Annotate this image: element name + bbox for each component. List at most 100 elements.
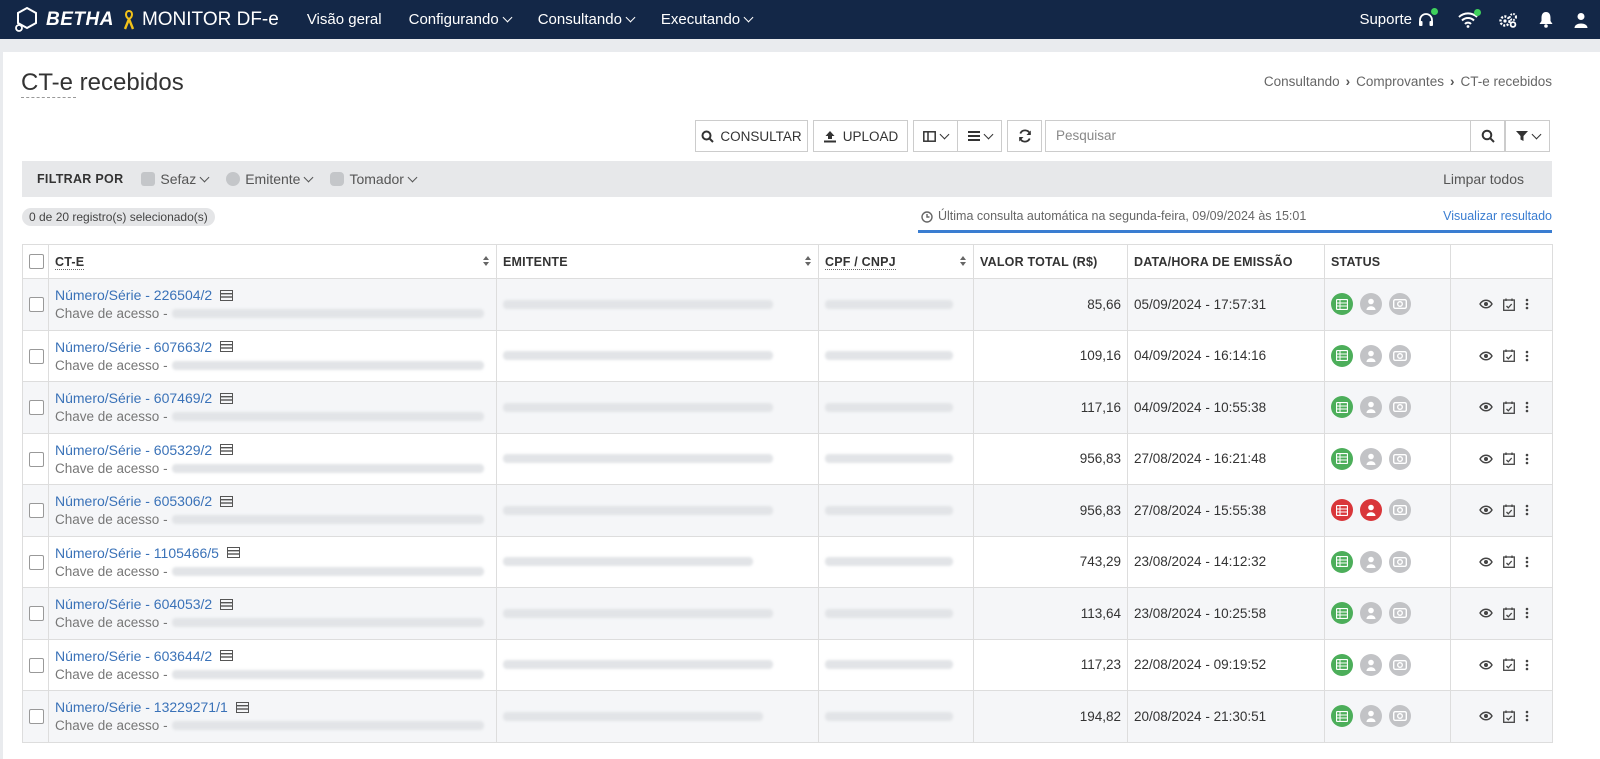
nav-consultando[interactable]: Consultando xyxy=(538,11,636,28)
breadcrumb-item-comprovantes[interactable]: Comprovantes xyxy=(1356,74,1444,89)
tomador-status-icon[interactable] xyxy=(1389,344,1411,367)
view-eye-icon[interactable] xyxy=(1479,299,1493,309)
row-checkbox[interactable] xyxy=(29,297,44,313)
calendar-check-icon[interactable] xyxy=(1503,452,1515,466)
select-all-checkbox[interactable] xyxy=(29,254,44,270)
tomador-status-icon[interactable] xyxy=(1389,602,1411,625)
wifi-icon[interactable] xyxy=(1458,8,1481,28)
sefaz-status-icon[interactable] xyxy=(1331,447,1353,470)
brand[interactable]: BETHA MONITOR DF-e xyxy=(14,6,279,34)
list-options-button[interactable] xyxy=(957,120,1002,152)
filter-sefaz[interactable]: Sefaz xyxy=(141,171,210,187)
numero-serie-link[interactable]: Número/Série - 607469/2 xyxy=(55,390,496,406)
row-checkbox[interactable] xyxy=(29,554,44,570)
tomador-status-icon[interactable] xyxy=(1389,550,1411,573)
view-eye-icon[interactable] xyxy=(1479,402,1493,412)
clear-filters-button[interactable]: Limpar todos xyxy=(1443,171,1524,187)
emitente-status-icon[interactable] xyxy=(1360,447,1382,470)
refresh-button[interactable] xyxy=(1007,120,1042,152)
emitente-status-icon[interactable] xyxy=(1360,499,1382,522)
nav-configurando[interactable]: Configurando xyxy=(409,11,513,28)
breadcrumb-item-consultando[interactable]: Consultando xyxy=(1264,74,1340,89)
numero-serie-link[interactable]: Número/Série - 605306/2 xyxy=(55,493,496,509)
columns-toggle-button[interactable] xyxy=(913,120,958,152)
row-checkbox[interactable] xyxy=(29,657,44,673)
emitente-status-icon[interactable] xyxy=(1360,396,1382,419)
calendar-check-icon[interactable] xyxy=(1503,710,1515,723)
emitente-status-icon[interactable] xyxy=(1360,602,1382,625)
col-header-cte[interactable]: CT-E xyxy=(48,244,497,279)
calendar-check-icon[interactable] xyxy=(1503,504,1515,517)
row-checkbox[interactable] xyxy=(29,503,44,519)
more-vertical-icon[interactable] xyxy=(1525,453,1529,465)
more-vertical-icon[interactable] xyxy=(1525,298,1529,310)
tomador-status-icon[interactable] xyxy=(1389,396,1411,419)
row-checkbox[interactable] xyxy=(29,709,44,725)
more-vertical-icon[interactable] xyxy=(1525,710,1529,722)
view-eye-icon[interactable] xyxy=(1479,660,1493,670)
calendar-check-icon[interactable] xyxy=(1503,607,1515,620)
more-vertical-icon[interactable] xyxy=(1525,350,1529,362)
emitente-status-icon[interactable] xyxy=(1360,653,1382,676)
support-button[interactable]: Suporte xyxy=(1359,7,1438,28)
emitente-status-icon[interactable] xyxy=(1360,344,1382,367)
sefaz-status-icon[interactable] xyxy=(1331,499,1353,522)
more-vertical-icon[interactable] xyxy=(1525,401,1529,413)
tomador-status-icon[interactable] xyxy=(1389,293,1411,316)
sefaz-status-icon[interactable] xyxy=(1331,602,1353,625)
numero-serie-link[interactable]: Número/Série - 13229271/1 xyxy=(55,699,496,715)
view-eye-icon[interactable] xyxy=(1479,711,1493,721)
numero-serie-link[interactable]: Número/Série - 1105466/5 xyxy=(55,545,496,561)
calendar-check-icon[interactable] xyxy=(1503,349,1515,363)
calendar-check-icon[interactable] xyxy=(1503,298,1515,311)
view-result-link[interactable]: Visualizar resultado xyxy=(1443,209,1552,223)
numero-serie-link[interactable]: Número/Série - 603644/2 xyxy=(55,648,496,664)
calendar-check-icon[interactable] xyxy=(1503,401,1515,414)
numero-serie-link[interactable]: Número/Série - 604053/2 xyxy=(55,596,496,612)
numero-serie-link[interactable]: Número/Série - 605329/2 xyxy=(55,442,496,458)
filter-emitente[interactable]: Emitente xyxy=(226,171,314,187)
upload-button[interactable]: UPLOAD xyxy=(813,120,908,152)
col-header-cpf-cnpj[interactable]: CPF / CNPJ xyxy=(818,244,974,279)
search-input[interactable]: Pesquisar xyxy=(1045,120,1471,152)
numero-serie-link[interactable]: Número/Série - 607663/2 xyxy=(55,339,496,355)
gears-icon[interactable] xyxy=(1498,12,1518,28)
nav-visao-geral[interactable]: Visão geral xyxy=(307,11,382,28)
emitente-status-icon[interactable] xyxy=(1360,705,1382,728)
calendar-check-icon[interactable] xyxy=(1503,658,1515,672)
numero-serie-link[interactable]: Número/Série - 226504/2 xyxy=(55,287,496,303)
tomador-status-icon[interactable] xyxy=(1389,447,1411,470)
view-eye-icon[interactable] xyxy=(1479,351,1493,361)
col-header-emitente[interactable]: EMITENTE xyxy=(496,244,819,279)
filter-tomador[interactable]: Tomador xyxy=(330,171,418,187)
user-icon[interactable] xyxy=(1574,12,1588,28)
sefaz-status-icon[interactable] xyxy=(1331,293,1353,316)
emitente-status-icon[interactable] xyxy=(1360,550,1382,573)
sefaz-status-icon[interactable] xyxy=(1331,344,1353,367)
row-checkbox[interactable] xyxy=(29,348,44,364)
more-vertical-icon[interactable] xyxy=(1525,607,1529,619)
more-vertical-icon[interactable] xyxy=(1525,659,1529,671)
row-checkbox[interactable] xyxy=(29,606,44,622)
row-checkbox[interactable] xyxy=(29,451,44,467)
view-eye-icon[interactable] xyxy=(1479,557,1493,567)
more-vertical-icon[interactable] xyxy=(1525,556,1529,568)
sefaz-status-icon[interactable] xyxy=(1331,550,1353,573)
tomador-status-icon[interactable] xyxy=(1389,653,1411,676)
filter-menu-button[interactable] xyxy=(1505,120,1550,152)
sefaz-status-icon[interactable] xyxy=(1331,396,1353,419)
nav-executando[interactable]: Executando xyxy=(661,11,754,28)
search-button[interactable] xyxy=(1470,120,1505,152)
sefaz-status-icon[interactable] xyxy=(1331,653,1353,676)
consultar-button[interactable]: CONSULTAR xyxy=(695,120,808,152)
row-checkbox[interactable] xyxy=(29,400,44,416)
sefaz-status-icon[interactable] xyxy=(1331,705,1353,728)
view-eye-icon[interactable] xyxy=(1479,608,1493,618)
bell-icon[interactable] xyxy=(1538,11,1554,28)
calendar-check-icon[interactable] xyxy=(1503,555,1515,569)
emitente-status-icon[interactable] xyxy=(1360,293,1382,316)
tomador-status-icon[interactable] xyxy=(1389,705,1411,728)
view-eye-icon[interactable] xyxy=(1479,454,1493,464)
tomador-status-icon[interactable] xyxy=(1389,499,1411,522)
more-vertical-icon[interactable] xyxy=(1525,504,1529,516)
